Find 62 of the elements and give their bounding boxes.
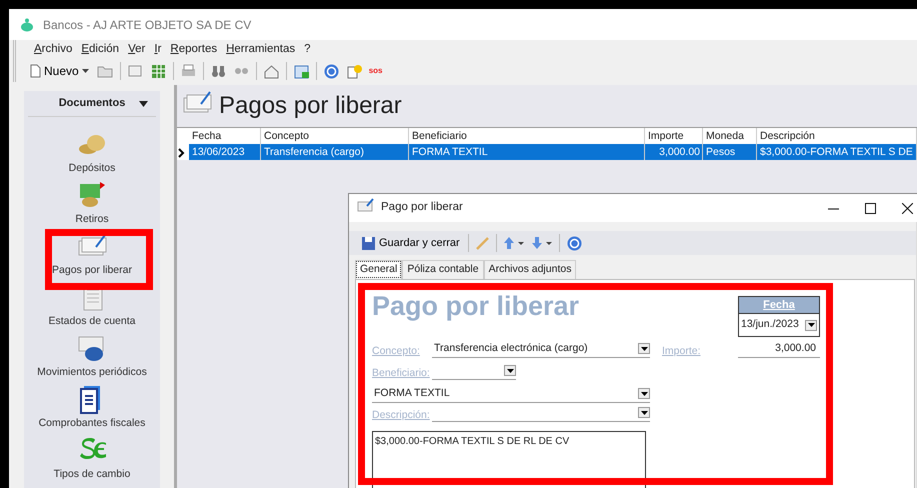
new-button[interactable]: Nuevo xyxy=(28,62,91,80)
sidebar-item[interactable]: Tipos de cambio xyxy=(24,435,160,486)
table-cell: 3,000.00 xyxy=(645,144,703,160)
menu-item[interactable]: ? xyxy=(304,41,311,59)
close-icon[interactable] xyxy=(902,202,913,214)
date-label: Fecha xyxy=(739,296,819,314)
concepto-dropdown[interactable]: Transferencia electrónica (cargo) xyxy=(432,340,650,358)
sidebar-item[interactable]: Comprobantes fiscales xyxy=(24,384,160,435)
calendar-icon[interactable] xyxy=(292,62,310,80)
caret-icon[interactable] xyxy=(82,69,89,73)
date-field[interactable]: Fecha 13/jun./2023 xyxy=(738,296,820,337)
dropdown-icon[interactable] xyxy=(139,100,148,106)
dropdown-icon[interactable] xyxy=(504,365,516,376)
help-icon[interactable] xyxy=(566,234,583,252)
dropdown-icon[interactable] xyxy=(638,388,650,400)
description-textarea[interactable]: $3,000.00-FORMA TEXTIL S DE RL DE CV xyxy=(372,430,646,488)
up-arrow-icon[interactable] xyxy=(502,236,525,250)
sos-button[interactable]: sos xyxy=(368,65,382,77)
field-label: Descripción: xyxy=(372,408,430,423)
menu-item[interactable]: Reportes xyxy=(170,41,218,59)
save-button[interactable]: Guardar y cerrar xyxy=(359,234,462,252)
dialog-title: Pago por liberar xyxy=(381,200,463,216)
spreadsheet-icon[interactable] xyxy=(150,62,167,80)
sidebar-title: Documentos xyxy=(58,96,126,112)
form-heading: Pago por liberar xyxy=(372,290,580,323)
sidebar-item[interactable]: Movimientos periódicos xyxy=(24,333,160,384)
menu-item[interactable]: Edición xyxy=(81,41,120,59)
cheque-icon xyxy=(357,196,375,213)
amount-field[interactable]: 3,000.00 xyxy=(738,340,820,358)
tab[interactable]: General xyxy=(355,260,402,279)
help-document-icon[interactable] xyxy=(346,62,363,80)
tab[interactable]: Póliza contable xyxy=(402,260,484,279)
down-arrow-icon[interactable] xyxy=(530,236,553,250)
maximize-icon[interactable] xyxy=(865,202,876,214)
table-cell: Pesos xyxy=(703,144,757,160)
window-title: Bancos - AJ ARTE OBJETO SA DE CV xyxy=(43,16,252,34)
table-cell: FORMA TEXTIL xyxy=(409,144,645,160)
sidebar-item[interactable]: Pagos por liberar xyxy=(24,231,160,282)
dropdown-icon[interactable] xyxy=(638,343,650,354)
dropdown-icon[interactable] xyxy=(638,407,650,418)
piggy-bank-icon xyxy=(19,18,35,32)
menu-item[interactable]: Ver xyxy=(128,41,146,59)
field-label: Beneficiario: xyxy=(372,366,430,381)
sidebar-item[interactable]: Estados de cuenta xyxy=(24,282,160,333)
table-cell: $3,000.00-FORMA TEXTIL S DE xyxy=(757,144,917,160)
help-icon[interactable] xyxy=(322,62,340,80)
page-title: Pagos por liberar xyxy=(219,91,402,121)
home-icon[interactable] xyxy=(262,62,280,80)
menu-item[interactable]: Ir xyxy=(154,41,162,59)
dropdown-icon[interactable] xyxy=(805,320,817,331)
table-cell: 13/06/2023 xyxy=(189,144,261,160)
table-cell: Transferencia (cargo) xyxy=(261,144,409,160)
sidebar-item[interactable]: Retiros xyxy=(24,180,160,231)
beneficiary-name-dropdown[interactable]: FORMA TEXTIL xyxy=(372,386,650,403)
tab[interactable]: Archivos adjuntos xyxy=(484,260,576,279)
selected-row[interactable]: 13/06/2023 Transferencia (cargo) FORMA TEXTIL 3,000.00 Pesos $3,000.00-FORMA TEXTIL S DE xyxy=(177,144,917,160)
menu-item[interactable]: Herramientas xyxy=(226,41,296,59)
field-label: Importe: xyxy=(662,344,701,359)
page-icon xyxy=(30,64,41,78)
field-label: Concepto: xyxy=(372,344,420,359)
sidebar-item[interactable]: Depósitos xyxy=(24,129,160,180)
menu-item[interactable]: Archivo xyxy=(34,41,72,59)
